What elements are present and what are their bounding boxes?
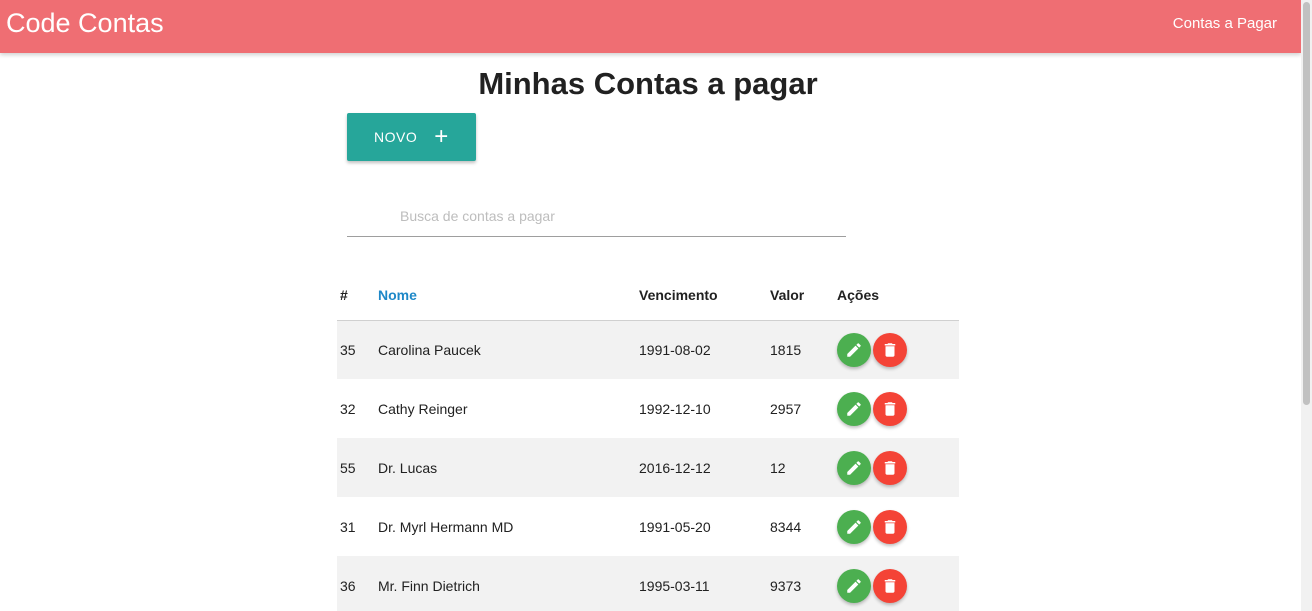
- table-row: 55 Dr. Lucas 2016-12-12 12: [337, 438, 959, 497]
- cell-id: 36: [337, 556, 378, 611]
- delete-button[interactable]: [873, 332, 907, 367]
- pencil-icon: [847, 460, 861, 475]
- edit-button[interactable]: [837, 509, 871, 544]
- pencil-icon: [847, 519, 861, 534]
- cell-name: Carolina Paucek: [378, 320, 639, 379]
- cell-value: 2957: [770, 400, 802, 417]
- cell-value: 12: [770, 438, 837, 497]
- cell-due-date: 1995-03-11: [639, 556, 770, 611]
- delete-button[interactable]: [873, 450, 907, 485]
- row-actions: [837, 568, 959, 603]
- trash-icon: [884, 343, 896, 357]
- cell-id: 32: [340, 400, 356, 417]
- table-row: 36 Mr. Finn Dietrich 1995-03-11 9373: [337, 556, 959, 611]
- edit-button[interactable]: [837, 450, 871, 485]
- column-header-due-date[interactable]: Vencimento: [639, 271, 770, 321]
- column-header-value[interactable]: Valor: [770, 271, 837, 321]
- search-input[interactable]: [400, 204, 830, 228]
- delete-button[interactable]: [873, 509, 907, 544]
- pencil-icon: [847, 401, 861, 416]
- table-header-row: # Nome Vencimento Valor Ações: [337, 271, 959, 321]
- table-row: 35 Carolina Paucek 1991-08-02 1815: [337, 320, 959, 379]
- cell-name: Dr. Lucas: [378, 438, 639, 497]
- delete-button[interactable]: [873, 568, 907, 603]
- cell-name: Mr. Finn Dietrich: [378, 556, 639, 611]
- trash-icon: [884, 519, 896, 534]
- bills-table: # Nome Vencimento Valor Ações 35 Carolina…: [337, 271, 959, 611]
- table-row: 32 Cathy Reinger 1992-12-10 2957: [337, 379, 959, 438]
- column-header-actions: Ações: [837, 271, 959, 321]
- cell-due-date: 1991-08-02: [639, 320, 770, 379]
- navbar: Code Contas Contas a Pagar: [0, 0, 1301, 53]
- cell-due-date: 1991-05-20: [639, 518, 711, 535]
- cell-id: 35: [337, 320, 378, 379]
- row-actions: [837, 450, 959, 485]
- cell-actions: [837, 438, 959, 497]
- page-title: Minhas Contas a pagar: [478, 66, 818, 101]
- cell-actions: [837, 379, 959, 438]
- cell-id: 55: [337, 438, 378, 497]
- scrollbar-thumb[interactable]: [1303, 2, 1310, 405]
- cell-name: Cathy Reinger: [378, 400, 468, 417]
- cell-due-date: 2016-12-12: [639, 438, 770, 497]
- cell-id: 31: [340, 518, 356, 535]
- nav-link-contas-a-pagar[interactable]: Contas a Pagar: [1173, 14, 1277, 34]
- trash-icon: [884, 401, 896, 416]
- cell-actions: [837, 320, 959, 379]
- row-actions: [837, 391, 959, 426]
- table-row: 31 Dr. Myrl Hermann MD 1991-05-20 8344: [337, 497, 959, 556]
- edit-button[interactable]: [837, 332, 871, 367]
- pencil-icon: [847, 578, 861, 593]
- column-header-name[interactable]: Nome: [378, 271, 639, 321]
- new-button-label: NOVO: [374, 129, 418, 145]
- trash-icon: [884, 460, 896, 475]
- cell-name: Dr. Myrl Hermann MD: [378, 518, 514, 535]
- cell-actions: [837, 497, 959, 556]
- vertical-scrollbar[interactable]: [1301, 0, 1312, 611]
- cell-due-date: 1992-12-10: [639, 400, 711, 417]
- new-bill-button[interactable]: NOVO +: [347, 113, 476, 161]
- edit-button[interactable]: [837, 568, 871, 603]
- delete-button[interactable]: [873, 391, 907, 426]
- cell-value: 1815: [770, 320, 837, 379]
- row-actions: [837, 332, 959, 367]
- cell-value: 8344: [770, 518, 802, 535]
- edit-button[interactable]: [837, 391, 871, 426]
- pencil-icon: [847, 342, 861, 357]
- trash-icon: [884, 578, 896, 593]
- cell-value: 9373: [770, 556, 837, 611]
- row-actions: [837, 509, 959, 544]
- column-header-id[interactable]: #: [337, 271, 378, 321]
- cell-actions: [837, 556, 959, 611]
- brand-logo[interactable]: Code Contas: [6, 6, 164, 40]
- plus-icon: +: [434, 123, 449, 150]
- search-field: [347, 196, 846, 237]
